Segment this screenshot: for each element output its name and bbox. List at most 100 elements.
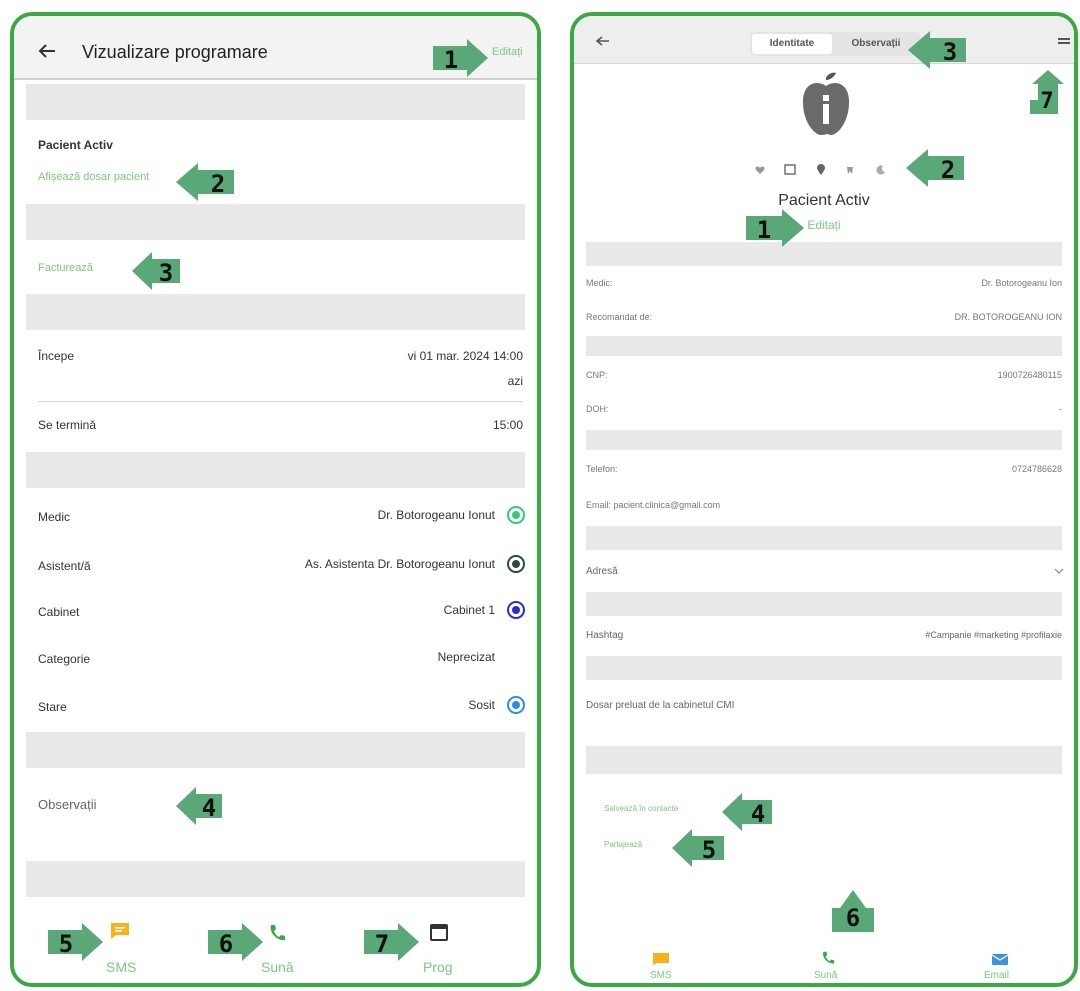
invoice-link[interactable]: Facturează: [38, 262, 93, 274]
document-icon[interactable]: [784, 164, 796, 175]
share-link[interactable]: Partajează: [604, 840, 642, 849]
back-arrow-icon[interactable]: [38, 44, 56, 58]
row-label-cnp: CNP:: [586, 370, 608, 380]
field-value-category[interactable]: Neprecizat: [438, 650, 495, 664]
location-icon[interactable]: [816, 164, 826, 176]
section-gap: [586, 592, 1062, 616]
patient-note: Dosar preluat de la cabinetul CMI: [586, 700, 735, 711]
section-gap: [26, 452, 525, 488]
section-gap: [586, 746, 1062, 774]
row-value-referred: DR. BOTOROGEANU ION: [954, 312, 1062, 322]
callout-number: 7: [375, 930, 389, 958]
field-value-medic[interactable]: Dr. Botorogeanu Ionut: [378, 508, 495, 522]
section-gap: [586, 526, 1062, 550]
section-gap: [586, 242, 1062, 266]
phone-icon: [270, 925, 285, 941]
field-value-cabinet[interactable]: Cabinet 1: [444, 603, 495, 617]
callout-arrow-1: 1: [746, 209, 804, 247]
callout-arrow-2: 2: [176, 163, 234, 201]
segmented-tabs: Identitate Observații: [750, 32, 920, 56]
end-label: Se termină: [38, 418, 97, 432]
field-value-assistant[interactable]: As. Asistenta Dr. Botorogeanu Ionut: [305, 557, 495, 571]
callout-number: 4: [202, 794, 216, 822]
avatar: [802, 72, 850, 136]
cabinet-color-dot: [507, 601, 525, 619]
address-toggle[interactable]: Adresă: [586, 566, 618, 577]
callout-arrow-5: 5: [48, 923, 103, 961]
section-gap: [26, 732, 525, 768]
callout-arrow-3: 3: [132, 252, 180, 290]
callout-number: 2: [211, 170, 225, 198]
patient-name: Pacient Activ: [778, 192, 870, 209]
callout-arrow-6: 6: [208, 923, 263, 961]
status-color-dot: [507, 696, 525, 714]
hashtag-value: #Campanie #marketing #profilaxie: [925, 630, 1062, 640]
field-label-cabinet: Cabinet: [38, 605, 80, 619]
callout-number: 6: [219, 930, 233, 958]
row-divider: [38, 401, 523, 402]
end-value[interactable]: 15:00: [493, 418, 523, 432]
tab-identity[interactable]: Identitate: [752, 34, 832, 54]
start-label: Începe: [38, 349, 75, 363]
tab-prog-label: Prog: [423, 959, 453, 975]
field-label-category: Categorie: [38, 652, 91, 666]
section-gap: [26, 861, 525, 897]
hashtag-label: Hashtag: [586, 630, 624, 641]
callout-arrow-4: 4: [176, 787, 222, 825]
callout-number: 6: [846, 904, 860, 932]
moon-icon[interactable]: [876, 165, 886, 175]
tooth-icon[interactable]: [846, 166, 854, 175]
email-icon: [991, 954, 1009, 965]
callout-number: 1: [757, 216, 771, 244]
page-title: Vizualizare programare: [82, 42, 268, 62]
row-email[interactable]: Email: pacient.clinica@gmail.com: [586, 500, 720, 510]
show-patient-file-link[interactable]: Afișează dosar pacient: [38, 171, 149, 183]
tab-email-label: Email: [984, 970, 1010, 981]
field-label-assistant: Asistent/ă: [38, 559, 91, 573]
chevron-down-icon[interactable]: [1054, 568, 1064, 574]
phone-icon: [823, 951, 835, 964]
section-gap: [26, 294, 525, 330]
section-gap: [26, 84, 525, 120]
start-relative: azi: [507, 374, 523, 388]
callout-number: 1: [444, 46, 458, 74]
callout-number: 4: [751, 800, 765, 828]
right-phone-panel: Identitate Observații Pacient Activ Edit…: [570, 12, 1078, 987]
tab-call-label: Sună: [261, 959, 294, 975]
sms-icon: [111, 923, 129, 939]
medic-color-dot: [507, 506, 525, 524]
left-phone-panel: Vizualizare programare Editați Pacient A…: [10, 12, 541, 987]
callout-number: 5: [702, 836, 716, 864]
patient-name: Pacient Activ: [38, 138, 113, 152]
row-label-doh: DOH:: [586, 404, 609, 414]
callout-number: 2: [941, 156, 955, 184]
row-value-doh: -: [1059, 404, 1062, 414]
callout-arrow-7: 7: [1030, 70, 1064, 114]
menu-icon[interactable]: [1058, 38, 1070, 44]
callout-arrow-7: 7: [364, 923, 419, 961]
section-gap: [586, 336, 1062, 356]
callout-number: 7: [1040, 89, 1053, 114]
observations-field[interactable]: Observații: [38, 797, 97, 812]
start-value[interactable]: vi 01 mar. 2024 14:00: [408, 349, 523, 363]
heart-icon[interactable]: [755, 166, 765, 175]
field-label-status: Stare: [38, 700, 67, 714]
tab-sms-label: SMS: [650, 970, 672, 981]
save-to-contacts-link[interactable]: Salvează în contacte: [604, 804, 678, 813]
callout-arrow-3: 3: [908, 31, 966, 69]
edit-button[interactable]: Editați: [492, 46, 523, 58]
row-label-referred: Recomandat de:: [586, 312, 653, 322]
section-gap: [586, 656, 1062, 680]
row-value-phone[interactable]: 0724786628: [1012, 464, 1062, 474]
field-value-status[interactable]: Sosit: [468, 698, 495, 712]
sms-icon: [653, 953, 669, 965]
back-arrow-icon[interactable]: [596, 36, 610, 46]
row-value-medic: Dr. Botorogeanu Ion: [981, 278, 1062, 288]
edit-patient-button[interactable]: Editați: [574, 218, 1074, 232]
row-value-cnp: 1900726480115: [997, 370, 1062, 380]
callout-arrow-4: 4: [722, 793, 772, 831]
callout-arrow-6: 6: [832, 890, 874, 932]
callout-arrow-2: 2: [906, 149, 964, 187]
callout-arrow-5: 5: [672, 829, 724, 867]
tab-sms-label: SMS: [106, 959, 137, 975]
